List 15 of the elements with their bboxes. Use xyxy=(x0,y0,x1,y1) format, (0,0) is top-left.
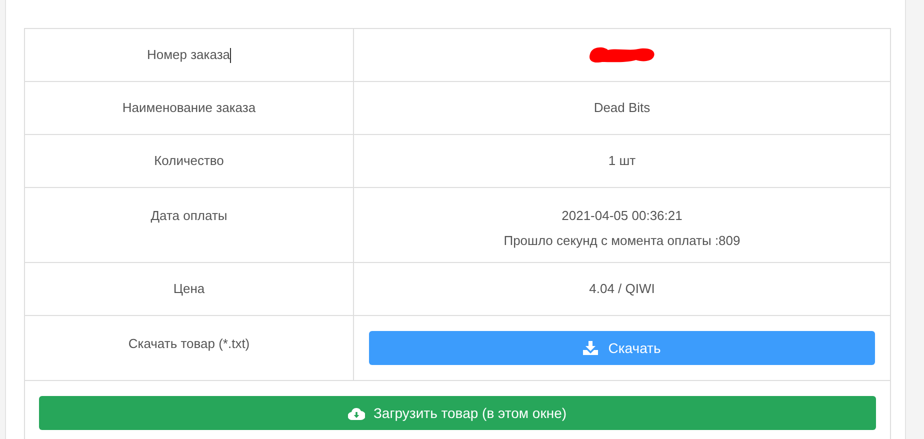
field-label: Количество xyxy=(154,152,224,170)
download-icon xyxy=(583,341,598,355)
field-label: Номер заказа xyxy=(146,46,230,64)
cloud-download-icon xyxy=(348,406,366,420)
field-value: 1 шт xyxy=(608,152,636,170)
download-button[interactable]: Скачать xyxy=(369,331,875,365)
field-value: 2021-04-05 00:36:21 xyxy=(562,207,682,225)
field-value: Dead Bits xyxy=(594,99,650,118)
field-label: Скачать товар (*.txt) xyxy=(128,335,250,353)
field-label: Наименование заказа xyxy=(122,99,256,118)
field-value: 4.04 / QIWI xyxy=(589,280,655,298)
field-value: Прошло секунд с момента оплаты :809 xyxy=(504,232,740,250)
upload-button[interactable]: Загрузить товар (в этом окне) xyxy=(39,396,876,430)
field-label: Цена xyxy=(173,280,205,298)
field-label: Дата оплаты xyxy=(150,207,228,225)
